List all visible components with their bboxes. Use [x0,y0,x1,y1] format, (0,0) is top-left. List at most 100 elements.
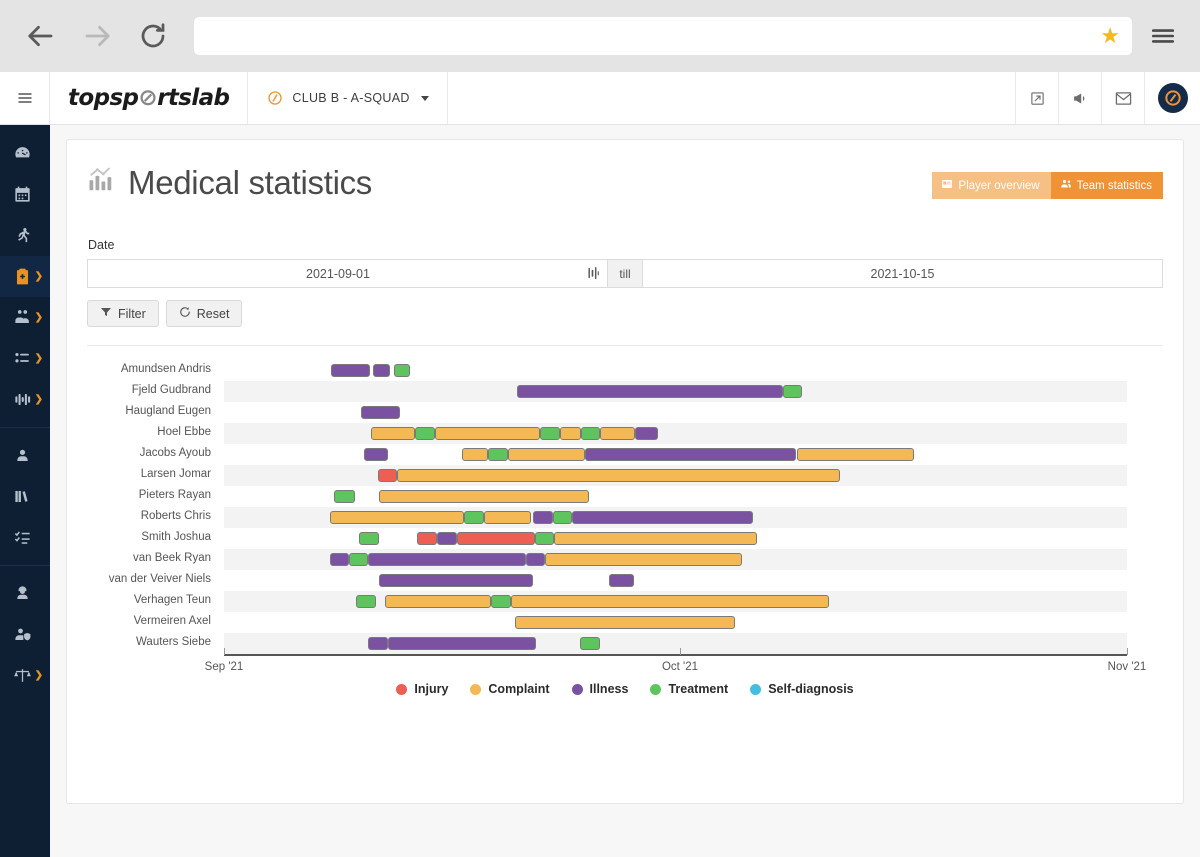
timeline-segment-complaint[interactable] [511,595,829,608]
timeline-segment-illness[interactable] [525,553,546,566]
sidebar-item-performance[interactable]: ❯ [0,379,50,420]
timeline-segment-illness[interactable] [368,553,526,566]
timeline-segment-complaint[interactable] [507,448,586,461]
sidebar-item-medical[interactable]: ❯ [0,256,50,297]
date-to-field[interactable]: 2021-10-15 [643,259,1163,288]
timeline-segment-complaint[interactable] [545,553,743,566]
legend-item[interactable]: Injury [396,682,448,696]
chart-row: van Beek Ryan [87,549,1163,570]
timeline-segment-complaint[interactable] [514,616,736,629]
timeline-segment-complaint[interactable] [796,448,914,461]
timeline-segment-illness[interactable] [437,532,457,545]
timeline-segment-illness[interactable] [608,574,634,587]
timeline-segment-illness[interactable] [388,637,537,650]
row-bars [224,612,1127,633]
timeline-segment-treatment[interactable] [334,490,355,503]
legend-item[interactable]: Complaint [470,682,550,696]
timeline-segment-treatment[interactable] [464,511,485,524]
timeline-segment-treatment[interactable] [355,595,376,608]
sidebar-item-dashboard[interactable] [0,133,50,174]
sidebar-item-library[interactable] [0,476,50,517]
star-icon[interactable]: ★ [1100,25,1120,47]
row-bars [224,549,1127,570]
x-axis-tick-label: Nov '21 [1107,661,1147,673]
legend-item[interactable]: Treatment [650,682,728,696]
timeline-segment-illness[interactable] [585,448,797,461]
timeline-segment-treatment[interactable] [348,553,369,566]
filter-button[interactable]: Filter [87,300,159,327]
timeline-segment-injury[interactable] [456,532,535,545]
timeline-segment-treatment[interactable] [491,595,512,608]
url-bar[interactable]: ★ [194,17,1132,55]
sidebar-item-privacy[interactable] [0,614,50,655]
timeline-segment-treatment[interactable] [579,637,600,650]
timeline-segment-illness[interactable] [329,553,349,566]
hamburger-menu-icon[interactable] [1146,23,1180,49]
timeline-segment-complaint[interactable] [435,427,541,440]
timeline-segment-complaint[interactable] [599,427,635,440]
timeline-segment-complaint[interactable] [371,427,416,440]
timeline-segment-complaint[interactable] [384,595,492,608]
sidebar-toggle-icon[interactable] [0,72,50,124]
timeline-segment-complaint[interactable] [462,448,488,461]
team-statistics-button[interactable]: Team statistics [1050,172,1163,199]
timeline-segment-treatment[interactable] [359,532,380,545]
timeline-segment-illness[interactable] [516,385,783,398]
timeline-segment-treatment[interactable] [552,511,572,524]
player-name-label: Smith Joshua [141,531,211,543]
reload-icon[interactable] [132,15,174,57]
timeline-segment-illness[interactable] [368,637,389,650]
date-from-value[interactable]: 2021-09-01 [88,267,588,281]
timeline-segment-complaint[interactable] [397,469,840,482]
timeline-segment-illness[interactable] [571,511,754,524]
sidebar-item-team[interactable]: ❯ [0,297,50,338]
timeline-segment-illness[interactable] [372,364,391,377]
legend-item[interactable]: Illness [571,682,628,696]
timeline-segment-treatment[interactable] [540,427,560,440]
sidebar-item-compare[interactable]: ❯ [0,655,50,696]
timeline-segment-complaint[interactable] [559,427,581,440]
sidebar-item-lineup[interactable]: ❯ [0,338,50,379]
timeline-segment-treatment[interactable] [415,427,436,440]
reset-button[interactable]: Reset [165,300,243,327]
forward-icon[interactable] [76,15,118,57]
timeline-segment-illness[interactable] [331,364,371,377]
player-overview-button[interactable]: Player overview [932,172,1051,199]
sidebar-item-training[interactable] [0,215,50,256]
date-from-field[interactable]: 2021-09-01 [87,259,608,288]
timeline-segment-illness[interactable] [532,511,553,524]
timeline-segment-illness[interactable] [361,406,401,419]
legend-label: Treatment [668,682,729,696]
timeline-segment-injury[interactable] [378,469,398,482]
envelope-icon[interactable] [1102,72,1145,124]
date-range-icon[interactable] [588,267,607,280]
timeline-segment-complaint[interactable] [379,490,589,503]
timeline-segment-treatment[interactable] [580,427,600,440]
megaphone-icon[interactable] [1059,72,1102,124]
club-selector[interactable]: CLUB B - A-SQUAD [248,72,448,124]
timeline-segment-treatment[interactable] [782,385,802,398]
timeline-segment-treatment[interactable] [393,364,410,377]
timeline-segment-illness[interactable] [634,427,659,440]
external-link-icon[interactable] [1016,72,1059,124]
timeline-segment-illness[interactable] [379,574,533,587]
timeline-segment-treatment[interactable] [487,448,508,461]
sidebar-item-tasks[interactable] [0,517,50,558]
sidebar-item-staff[interactable] [0,573,50,614]
timeline-segment-complaint[interactable] [554,532,757,545]
back-icon[interactable] [20,15,62,57]
brand-logo[interactable]: topsp ⊘ rtslab [50,72,249,124]
sidebar-item-players[interactable] [0,435,50,476]
sidebar-item-calendar[interactable] [0,174,50,215]
date-range-row: 2021-09-01 till 2021-10-15 [87,259,1163,288]
chart-row: Fjeld Gudbrand [87,381,1163,402]
timeline-segment-injury[interactable] [417,532,438,545]
timeline-segment-complaint[interactable] [329,511,465,524]
timeline-segment-treatment[interactable] [534,532,555,545]
chart-row: Roberts Chris [87,507,1163,528]
timeline-segment-complaint[interactable] [484,511,532,524]
avatar[interactable] [1145,72,1200,124]
date-to-value[interactable]: 2021-10-15 [643,267,1162,281]
legend-item[interactable]: Self-diagnosis [750,682,854,696]
timeline-segment-illness[interactable] [363,448,389,461]
